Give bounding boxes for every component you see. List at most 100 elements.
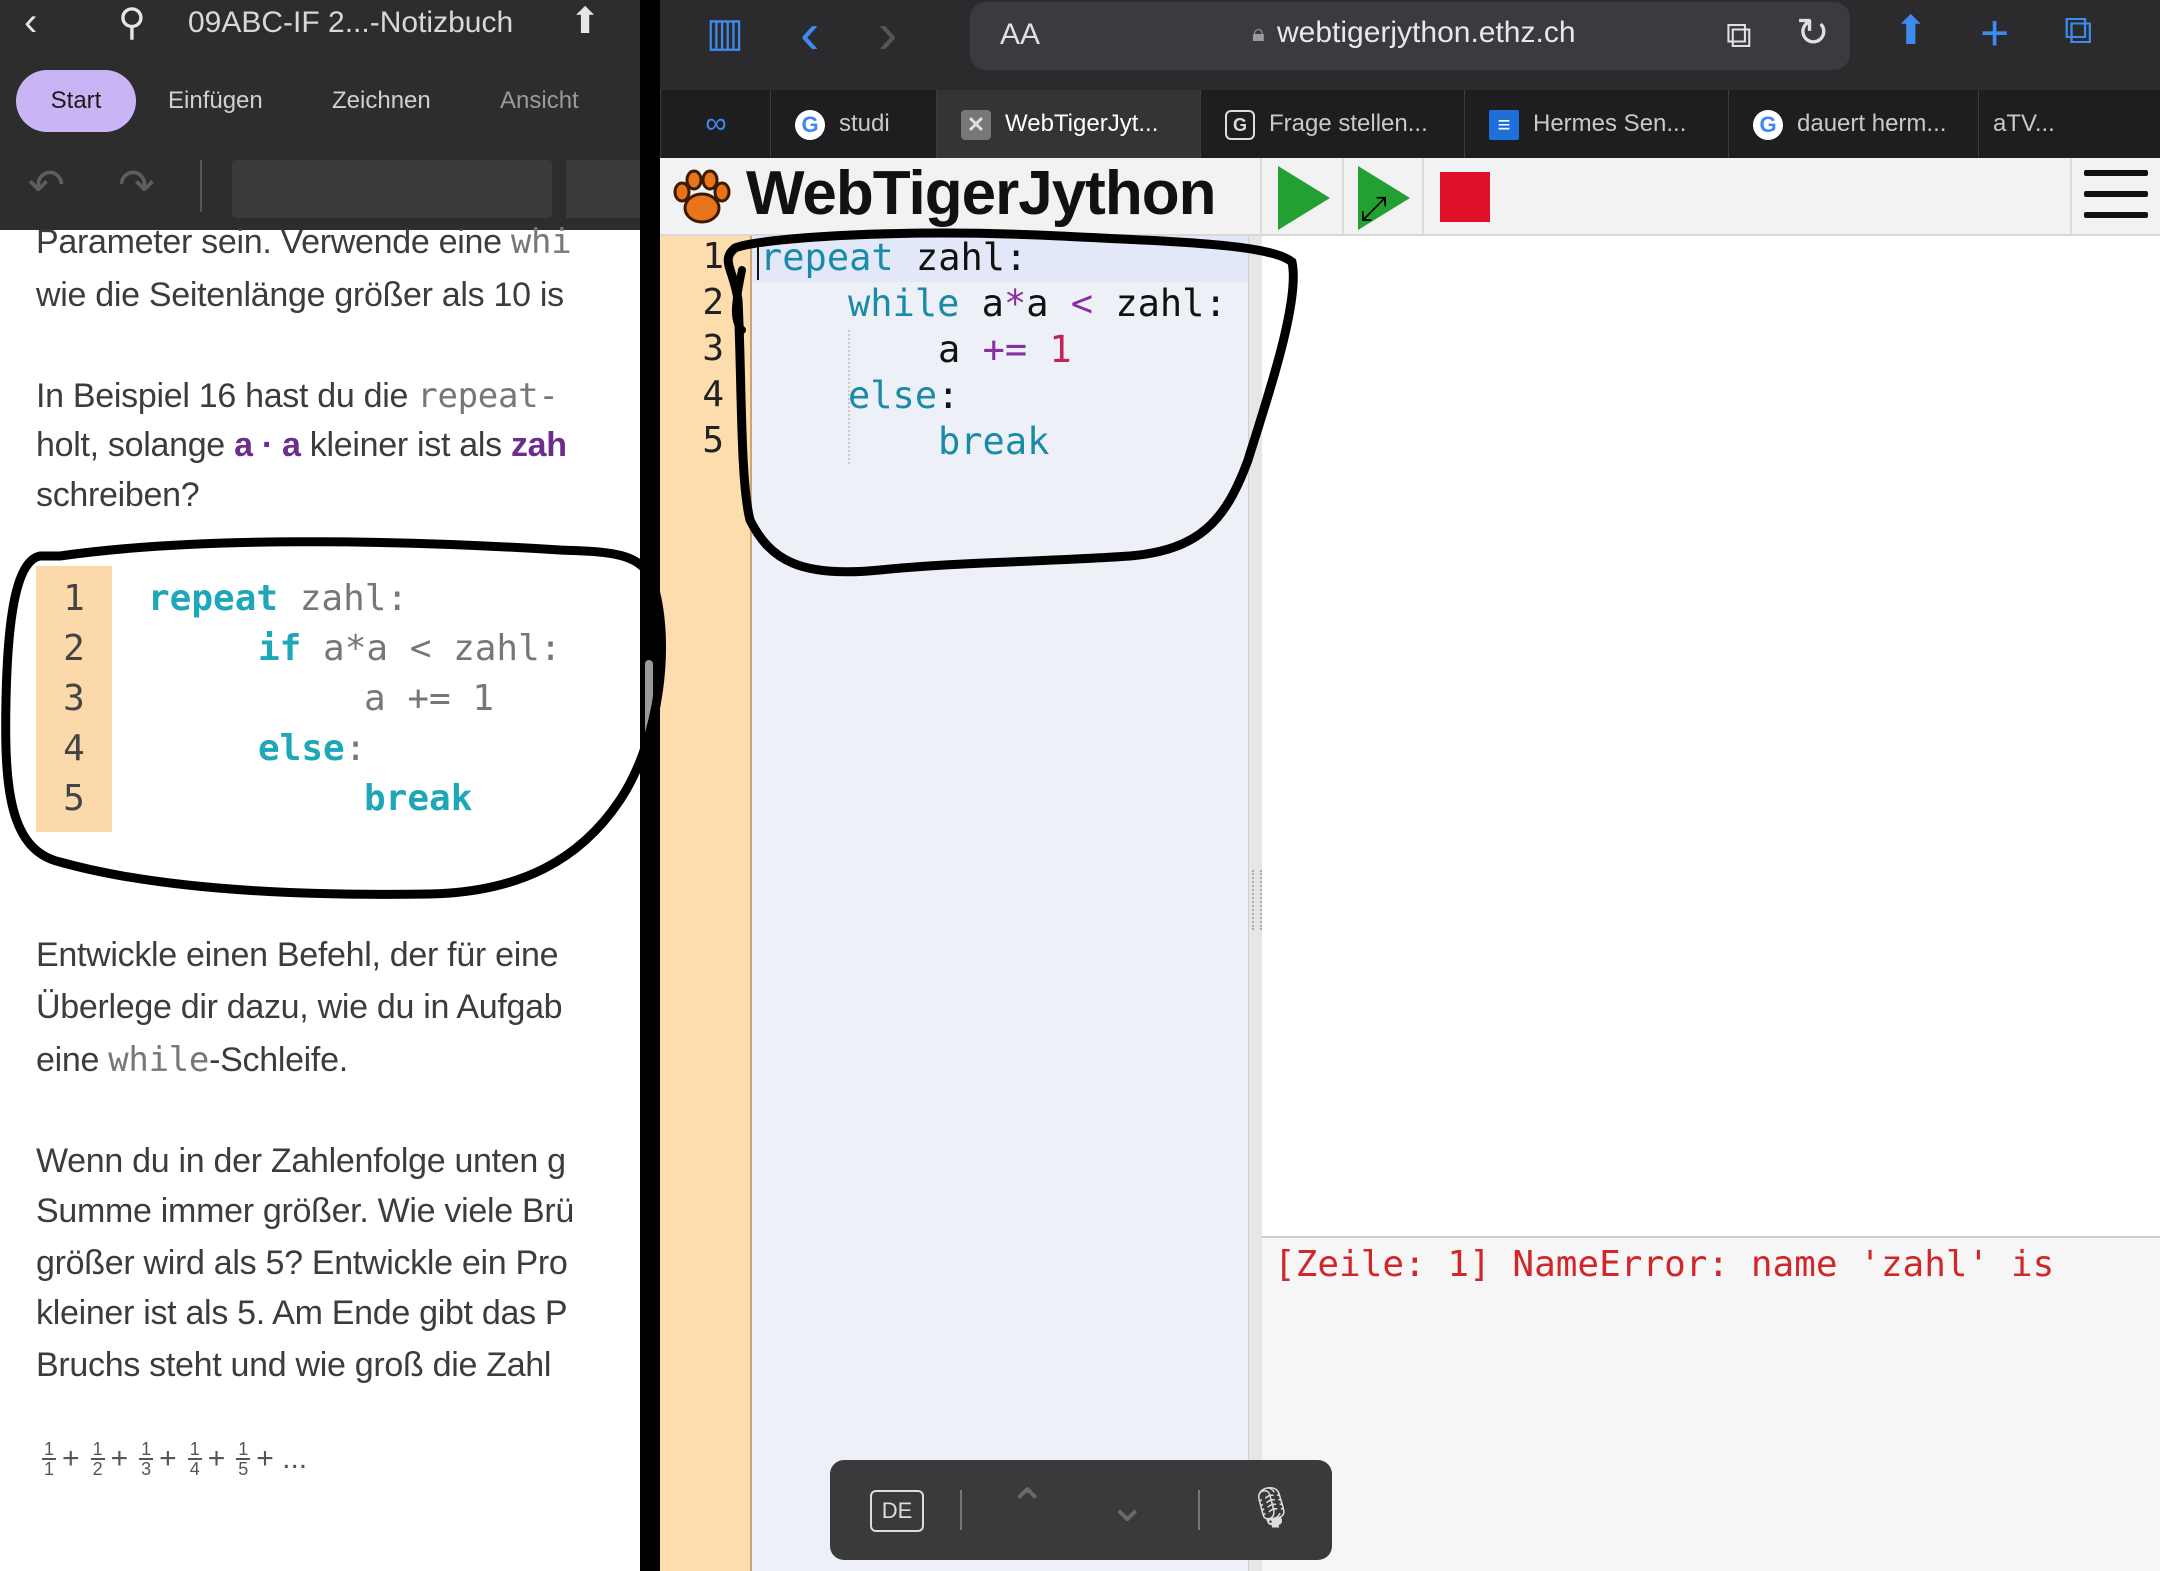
tab-zeichnen[interactable]: Zeichnen [332, 72, 431, 130]
browser-tab[interactable]: Gstudi [770, 90, 937, 158]
console-error-text: [Zeile: 1] NameError: name 'zahl' is [1274, 1244, 2055, 1285]
fraction: 12 [90, 1439, 105, 1479]
google-icon: G [1753, 109, 1783, 140]
notebook-pane: ‹ ⚲ 09ABC-IF 2...-Notizbuch ⬆ Start Einf… [0, 0, 640, 1571]
line-number: 2 [63, 628, 85, 669]
line-number: 5 [702, 420, 724, 461]
microphone-icon[interactable]: 🎙︎ [1246, 1484, 1297, 1531]
line-number: 3 [63, 678, 85, 719]
google-icon: G [795, 109, 825, 140]
text-cursor [757, 240, 759, 280]
paragraph-line: Parameter sein. Verwende eine whi [36, 222, 572, 262]
line-number: 4 [702, 374, 724, 415]
line-number: 1 [702, 236, 724, 277]
paragraph-line: schreiben? [36, 476, 200, 514]
paragraph-line: Wenn du in der Zahlenfolge unten g [36, 1142, 566, 1180]
undo-icon[interactable]: ↶ [28, 160, 65, 211]
reload-icon[interactable]: ↻ [1796, 10, 1830, 56]
fraction: 13 [139, 1439, 154, 1479]
app-title: WebTigerJython [746, 159, 1216, 228]
keyboard-language-button[interactable]: DE [870, 1490, 924, 1532]
tab-start[interactable]: Start [16, 70, 136, 132]
share-icon[interactable]: ⬆ [1894, 8, 1928, 54]
header-divider [1260, 158, 1262, 234]
browser-tab[interactable]: G Frage stellen... [1200, 90, 1465, 158]
paragraph-line: eine while-Schleife. [36, 1040, 348, 1080]
paragraph-line: Entwickle einen Befehl, der für eine [36, 936, 559, 974]
fraction: 14 [187, 1439, 202, 1479]
font-field[interactable] [232, 160, 552, 218]
font-size-field[interactable] [566, 160, 640, 218]
chevron-down-icon[interactable]: ⌄ [1108, 1478, 1147, 1532]
sidebar-icon[interactable]: ▥ [706, 10, 744, 56]
reader-aa-button[interactable]: AA [1000, 18, 1040, 52]
code-line[interactable]: a += 1 [938, 328, 1072, 371]
paragraph-line: Überlege dir dazu, wie du in Aufgab [36, 988, 563, 1026]
hermes-icon: ≡ [1489, 109, 1519, 140]
paragraph-line: holt, solange a · a kleiner ist als zah [36, 426, 567, 464]
extension-icon[interactable]: ⧉ [1726, 14, 1752, 57]
code-line[interactable]: else: [848, 374, 959, 417]
new-tab-icon[interactable]: + [1980, 4, 2009, 62]
close-icon[interactable]: ✕ [961, 109, 991, 140]
code-line: a += 1 [364, 678, 495, 719]
ribbon-divider [200, 160, 202, 212]
accessory-divider [960, 1490, 962, 1530]
redo-icon[interactable]: ↷ [118, 160, 155, 211]
code-line: break [364, 778, 473, 819]
line-number: 5 [63, 778, 85, 819]
browser-tab[interactable]: ≡ Hermes Sen... [1464, 90, 1729, 158]
chevron-up-icon[interactable]: ⌃ [1008, 1478, 1047, 1532]
code-line: else: [258, 728, 367, 769]
split-view-handle[interactable] [645, 660, 653, 740]
split-view-divider[interactable] [640, 0, 660, 1571]
hamburger-menu-icon[interactable] [2084, 170, 2148, 222]
tabs-overview-icon[interactable]: ⧉ [2064, 8, 2093, 53]
header-divider [1422, 158, 1424, 234]
tab-einfuegen[interactable]: Einfügen [168, 72, 263, 130]
back-icon[interactable]: ‹ [800, 0, 819, 67]
output-canvas [1262, 236, 2160, 1236]
paragraph-line: Bruchs steht und wie groß die Zahl [36, 1346, 552, 1384]
tab-ansicht[interactable]: Ansicht [500, 72, 579, 130]
tab-group-icon[interactable]: ∞ [660, 90, 771, 158]
notebook-title: 09ABC-IF 2...-Notizbuch [188, 6, 514, 39]
paragraph-line: kleiner ist als 5. Am Ende gibt das P [36, 1294, 568, 1332]
line-number: 1 [63, 578, 85, 619]
line-number: 3 [702, 328, 724, 369]
stop-button[interactable] [1440, 172, 1490, 222]
back-chevron-icon[interactable]: ‹ [24, 0, 37, 45]
paragraph-line: größer wird als 5? Entwickle ein Pro [36, 1244, 568, 1282]
share-icon[interactable]: ⬆ [570, 0, 600, 42]
header-divider [1342, 158, 1344, 234]
tiger-paw-logo [670, 166, 734, 242]
browser-tab-active[interactable]: ✕ WebTigerJyt... [936, 90, 1201, 158]
browser-tab[interactable]: aTV... [1978, 90, 2090, 158]
fraction: 15 [236, 1439, 251, 1479]
browser-tab[interactable]: Gdauert herm... [1728, 90, 1979, 158]
run-button[interactable] [1278, 166, 1330, 230]
forward-icon[interactable]: › [878, 0, 897, 67]
header-divider [2070, 158, 2072, 234]
line-number: 4 [63, 728, 85, 769]
fraction: 11 [42, 1439, 57, 1479]
url-text[interactable]: webtigerjython.ethz.ch [1277, 16, 1576, 50]
code-line[interactable]: repeat zahl: [760, 236, 1027, 279]
g-box-icon: G [1225, 109, 1255, 140]
code-line: if a*a < zahl: [258, 628, 562, 669]
book-code-listing: 1 2 3 4 5 repeat zahl: if a*a < zahl: a … [36, 566, 636, 836]
resize-grip-icon[interactable] [1252, 870, 1262, 930]
paragraph-line: wie die Seitenlänge größer als 10 is [36, 276, 564, 314]
line-number: 2 [702, 282, 724, 323]
indent-guide [848, 330, 850, 464]
console-output [1262, 1236, 2160, 1571]
paragraph-line: Summe immer größer. Wie viele Brü [36, 1192, 575, 1230]
expand-icon: ⤢ [1360, 190, 1388, 228]
browser-pane: ▥ ‹ › AA 🔒︎ webtigerjython.ethz.ch ⧉ ↻ ⬆… [660, 0, 2160, 1571]
code-line[interactable]: while a*a < zahl: [848, 282, 1227, 325]
paragraph-line: In Beispiel 16 hast du die repeat- [36, 376, 559, 416]
accessory-divider [1198, 1490, 1200, 1530]
fraction-series: 1 1 + 1 2 + 1 3 + 1 4 + 1 5 + ... [42, 1439, 308, 1479]
code-line[interactable]: break [938, 420, 1049, 463]
search-icon[interactable]: ⚲ [118, 0, 146, 45]
